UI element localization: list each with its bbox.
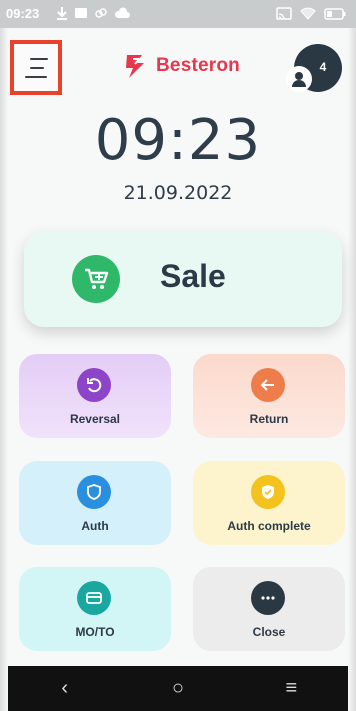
user-account-button[interactable]: 4 — [284, 44, 344, 94]
auth-complete-button[interactable]: Auth complete — [193, 461, 345, 545]
recents-icon[interactable]: ≡ — [271, 669, 311, 709]
back-icon[interactable]: ‹ — [45, 669, 85, 709]
moto-label: MO/TO — [75, 625, 115, 639]
user-badge-count: 4 — [319, 60, 327, 74]
status-right-icons — [276, 7, 346, 20]
menu-button[interactable] — [10, 40, 62, 95]
menu-icon-line — [25, 75, 47, 78]
card-icon — [77, 581, 111, 615]
reversal-button[interactable]: Reversal — [19, 354, 171, 438]
brand-logo: Besteron — [124, 53, 240, 79]
clock-time: 09:23 — [94, 108, 262, 173]
return-label: Return — [249, 412, 289, 426]
moto-button[interactable]: MO/TO — [19, 567, 171, 651]
menu-icon-line — [30, 66, 44, 69]
arrow-left-icon — [251, 368, 285, 402]
status-time: 09:23 — [6, 6, 40, 21]
auth-complete-label: Auth complete — [227, 519, 311, 533]
undo-icon — [77, 368, 111, 402]
menu-icon-line — [30, 57, 48, 60]
return-button[interactable]: Return — [193, 354, 345, 438]
cast-icon — [276, 7, 292, 20]
image-icon — [75, 8, 87, 18]
status-left-icons — [56, 6, 130, 20]
sale-button[interactable]: Sale — [24, 231, 342, 327]
device-edge-left — [0, 0, 8, 711]
auth-button[interactable]: Auth — [19, 461, 171, 545]
clock-date: 21.09.2022 — [123, 182, 233, 204]
home-icon[interactable]: ○ — [158, 669, 198, 709]
status-bar: 09:23 — [0, 0, 356, 28]
auth-label: Auth — [81, 519, 109, 533]
cart-icon — [72, 255, 120, 303]
sale-label: Sale — [160, 258, 226, 294]
app-screen: 09:23 Besteron 4 09:23 21.09.2022 Sale R… — [0, 0, 356, 711]
reversal-label: Reversal — [69, 412, 121, 426]
battery-icon — [324, 7, 346, 20]
user-icon — [286, 66, 312, 92]
device-edge-right — [348, 0, 356, 711]
close-button[interactable]: Close — [193, 567, 345, 651]
system-nav-bar: ‹ ○ ≡ — [8, 666, 348, 711]
wifi-icon — [300, 7, 316, 20]
shield-check-icon — [251, 475, 285, 509]
cloud-icon — [114, 7, 130, 18]
download-icon — [57, 7, 67, 20]
more-icon — [251, 581, 285, 615]
brand-name: Besteron — [156, 55, 240, 76]
close-label: Close — [252, 625, 286, 639]
besteron-logo-icon — [126, 55, 144, 78]
shield-icon — [77, 475, 111, 509]
link-icon — [95, 8, 107, 18]
